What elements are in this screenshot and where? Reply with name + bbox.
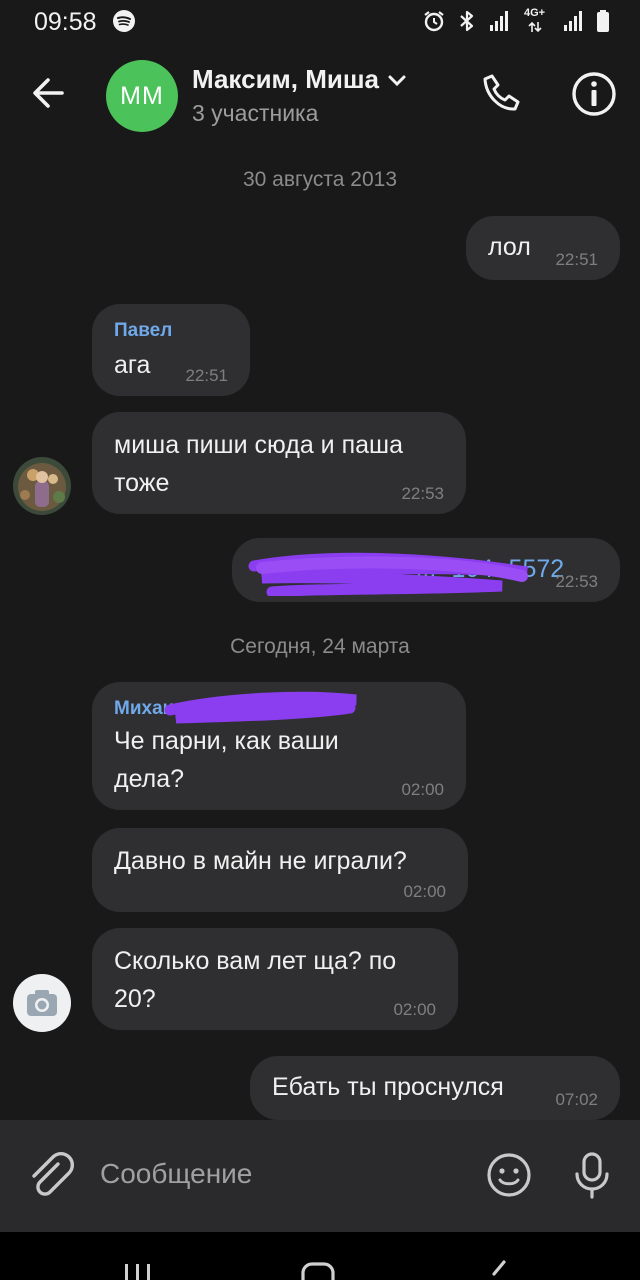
message-time: 07:02 — [555, 1090, 598, 1109]
message-time: 22:51 — [185, 366, 228, 385]
paperclip-icon[interactable] — [26, 1150, 76, 1202]
message-text: Ебать ты проснулся — [272, 1073, 504, 1101]
camera-icon — [27, 990, 57, 1016]
message-bubble-incoming[interactable]: Михаи Че парни, как ваши дела? 02:00 — [92, 682, 466, 810]
recent-apps-icon[interactable] — [122, 1256, 154, 1280]
network-type: 4G+ — [524, 7, 546, 19]
system-nav-bar — [0, 1232, 640, 1280]
message-sender: Павел — [114, 320, 173, 341]
message-text: лол — [488, 233, 531, 261]
message-time: 02:00 — [403, 882, 446, 901]
status-bar: 09:58 4G+ — [0, 0, 640, 42]
info-icon[interactable] — [570, 70, 618, 118]
message-text-line: Сколько вам лет ща? по — [114, 947, 397, 975]
emoji-icon[interactable] — [484, 1150, 534, 1200]
user-photo — [13, 457, 71, 515]
home-icon[interactable] — [300, 1256, 336, 1280]
date-separator: Сегодня, 24 марта — [230, 635, 410, 658]
microphone-icon[interactable] — [570, 1148, 614, 1202]
message-text-line: миша пиши сюда и паша — [114, 431, 403, 459]
message-text-line: 20? — [114, 985, 156, 1013]
message-bubble-outgoing[interactable]: лол 22:51 — [466, 216, 620, 280]
alarm-icon — [424, 11, 444, 32]
participants-count: 3 участника — [192, 100, 319, 126]
message-bubble-incoming[interactable]: Павел ага 22:51 — [92, 304, 250, 396]
message-text-line: Че парни, как ваши — [114, 727, 339, 755]
chat-header: MM Максим, Миша 3 участника — [0, 42, 640, 142]
message-bubble-incoming[interactable]: миша пиши сюда и паша тоже 22:53 — [92, 412, 466, 514]
message-text-line: тоже — [114, 469, 170, 497]
message-bubble-incoming[interactable]: Давно в майн не играли? 02:00 — [92, 828, 468, 912]
chat-title[interactable]: Максим, Миша — [192, 64, 407, 95]
message-text: Давно в майн не играли? — [114, 847, 407, 875]
signal-icon — [564, 11, 582, 31]
message-bubble-outgoing[interactable]: Ебать ты проснулся 07:02 — [250, 1056, 620, 1120]
message-bubble-incoming[interactable]: Сколько вам лет ща? по 20? 02:00 — [92, 928, 458, 1030]
date-separator: 30 августа 2013 — [242, 168, 398, 191]
message-time: 22:53 — [401, 484, 444, 503]
message-text: ага — [114, 351, 151, 379]
message-bubble-outgoing[interactable]: +7 ... ·104 ·5572 22:53 — [232, 538, 620, 602]
chat-avatar[interactable]: MM — [106, 60, 178, 132]
back-icon[interactable] — [484, 1256, 512, 1280]
data-arrows-icon — [528, 21, 542, 33]
message-composer — [0, 1120, 640, 1232]
chevron-down-icon — [388, 75, 406, 86]
message-time: 22:51 — [555, 250, 598, 269]
message-input[interactable] — [100, 1150, 460, 1198]
avatar[interactable] — [13, 457, 71, 515]
message-time: 22:53 — [555, 572, 598, 591]
battery-icon — [597, 10, 609, 32]
message-text-line: дела? — [114, 765, 185, 793]
status-time: 09:58 — [34, 8, 97, 36]
phone-icon[interactable] — [478, 70, 526, 118]
bluetooth-icon — [460, 10, 474, 32]
back-arrow-icon[interactable] — [26, 70, 72, 116]
spotify-icon — [113, 10, 135, 32]
redaction-scribble — [248, 552, 528, 596]
message-time: 02:00 — [401, 780, 444, 799]
avatar[interactable] — [13, 974, 71, 1032]
signal-icon — [490, 11, 508, 31]
chat-title-text: Максим, Миша — [192, 64, 380, 94]
message-time: 02:00 — [393, 1000, 436, 1019]
